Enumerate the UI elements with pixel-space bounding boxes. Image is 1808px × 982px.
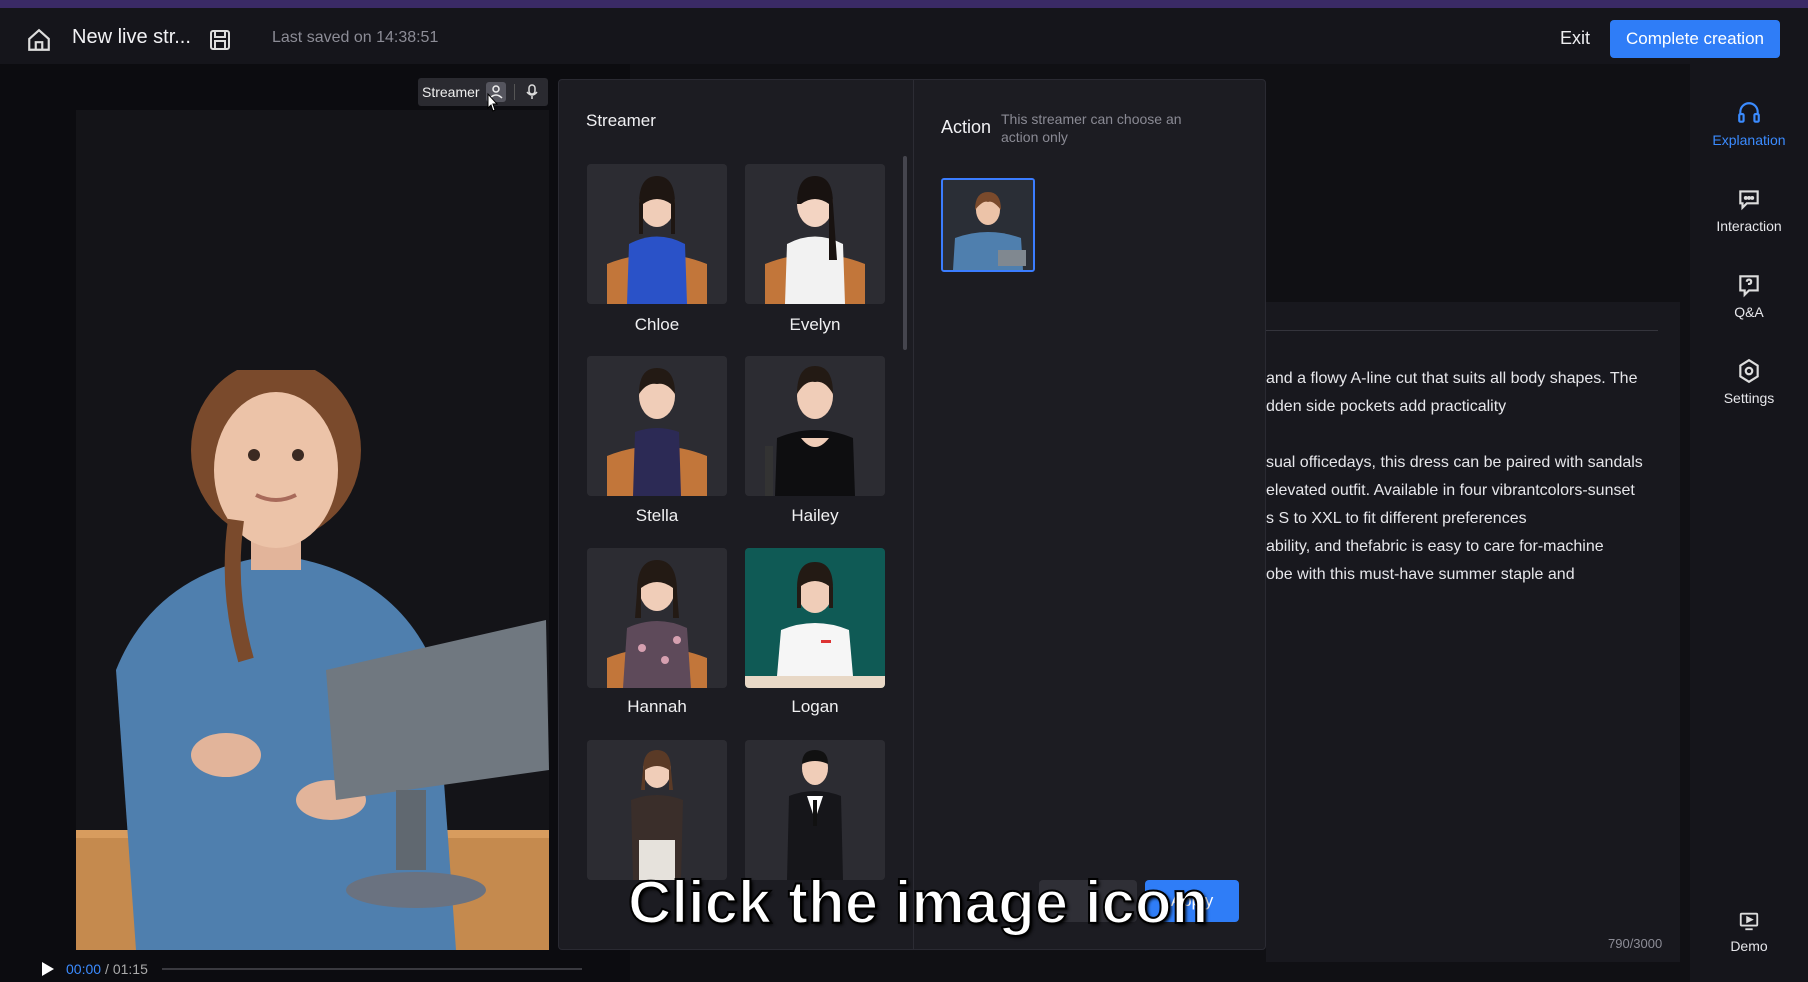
nav-interaction[interactable]: Interaction bbox=[1690, 186, 1808, 234]
nav-settings-label: Settings bbox=[1723, 390, 1775, 406]
character-count: 790/3000 bbox=[1608, 936, 1663, 951]
play-icon[interactable] bbox=[38, 960, 56, 978]
streamer-card-hailey[interactable] bbox=[745, 356, 885, 496]
current-time: 00:00 bbox=[66, 961, 102, 977]
streamer-name-hailey: Hailey bbox=[791, 506, 839, 525]
project-title[interactable]: New live str... bbox=[72, 26, 191, 49]
action-note: This streamer can choose an action only bbox=[1001, 111, 1182, 145]
video-caption: Click the image icon bbox=[627, 868, 1209, 937]
save-icon[interactable] bbox=[208, 28, 232, 52]
toolbar-divider bbox=[514, 84, 515, 100]
script-line: ability, and thefabric is easy to care f… bbox=[1266, 538, 1604, 555]
script-editor[interactable]: and a flowy A-line cut that suits all bo… bbox=[1266, 302, 1680, 962]
nav-settings[interactable]: Settings bbox=[1690, 358, 1808, 406]
script-line: sual officedays, this dress can be paire… bbox=[1266, 454, 1643, 471]
action-heading: Action bbox=[941, 117, 992, 137]
streamer-heading: Streamer bbox=[586, 111, 656, 130]
nav-explanation-label: Explanation bbox=[1712, 132, 1786, 148]
streamer-card-stella[interactable] bbox=[587, 356, 727, 496]
streamer-selection-panel: Streamer Action This streamer can choose… bbox=[558, 79, 1266, 950]
streamer-card-hannah[interactable] bbox=[587, 548, 727, 688]
total-time: / 01:15 bbox=[105, 961, 148, 977]
microphone-icon[interactable] bbox=[522, 82, 542, 102]
streamer-card-evelyn[interactable] bbox=[745, 164, 885, 304]
nav-demo[interactable]: Demo bbox=[1690, 910, 1808, 954]
home-icon[interactable] bbox=[26, 27, 52, 53]
streamer-card-7[interactable] bbox=[587, 740, 727, 880]
complete-creation-button[interactable]: Complete creation bbox=[1610, 20, 1780, 58]
action-thumbnail[interactable] bbox=[941, 178, 1035, 272]
nav-interaction-label: Interaction bbox=[1716, 218, 1782, 234]
nav-explanation[interactable]: Explanation bbox=[1690, 100, 1808, 148]
nav-qa[interactable]: Q&A bbox=[1690, 272, 1808, 320]
script-line: obe with this must-have summer staple an… bbox=[1266, 566, 1575, 583]
script-line: s S to XXL to fit different preferences bbox=[1266, 510, 1527, 527]
progress-track[interactable] bbox=[162, 968, 582, 970]
script-line: elevated outfit. Available in four vibra… bbox=[1266, 482, 1635, 499]
streamer-name-logan: Logan bbox=[791, 697, 839, 716]
nav-qa-label: Q&A bbox=[1734, 304, 1764, 320]
streamer-list-scrollbar[interactable] bbox=[903, 156, 907, 350]
exit-button[interactable]: Exit bbox=[1560, 28, 1590, 49]
streamer-card-chloe[interactable] bbox=[587, 164, 727, 304]
panel-divider bbox=[913, 80, 914, 949]
right-navigation: Explanation Interaction Q&A Settings Dem… bbox=[1690, 64, 1808, 982]
chat-icon bbox=[1739, 190, 1759, 211]
streamer-preview-image[interactable] bbox=[76, 370, 549, 950]
monitor-icon bbox=[1739, 912, 1759, 931]
nav-demo-label: Demo bbox=[1730, 938, 1768, 954]
streamer-chip-label: Streamer bbox=[422, 84, 480, 100]
headset-icon bbox=[1738, 102, 1760, 123]
editor-divider bbox=[1266, 330, 1658, 331]
streamer-name-hannah: Hannah bbox=[627, 697, 687, 716]
top-bar: New live str... Last saved on 14:38:51 E… bbox=[0, 0, 1808, 64]
playback-bar: 00:00 / 01:15 bbox=[38, 960, 582, 978]
script-line: dden side pockets add practicality bbox=[1266, 398, 1507, 415]
streamer-name-chloe: Chloe bbox=[634, 315, 680, 334]
streamer-card-logan[interactable] bbox=[745, 548, 885, 688]
streamer-card-8[interactable] bbox=[745, 740, 885, 880]
last-saved-text: Last saved on 14:38:51 bbox=[272, 29, 439, 46]
mouse-cursor-icon bbox=[487, 92, 499, 112]
script-line: and a flowy A-line cut that suits all bo… bbox=[1266, 370, 1638, 387]
question-icon bbox=[1739, 275, 1759, 298]
streamer-name-stella: Stella bbox=[635, 506, 679, 525]
streamer-name-evelyn: Evelyn bbox=[789, 315, 841, 334]
streamer-toolbar: Streamer bbox=[418, 78, 548, 106]
gear-icon bbox=[1739, 358, 1759, 384]
